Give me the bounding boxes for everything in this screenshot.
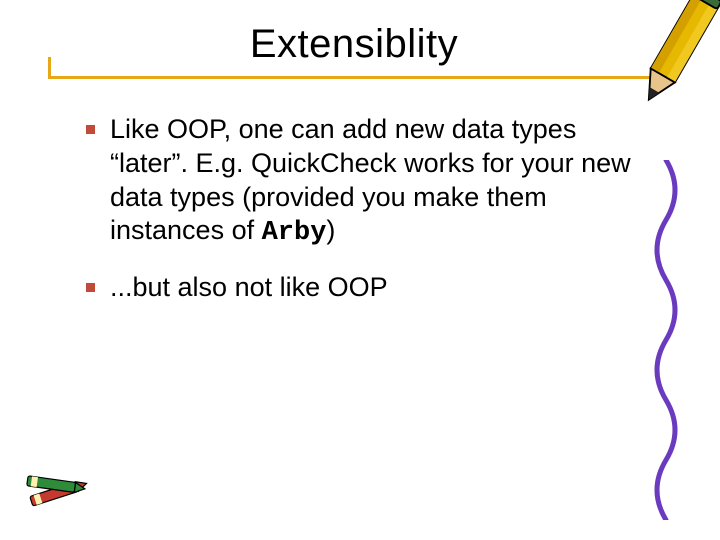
bullet-text: Like OOP, one can add new data types “la… <box>110 114 631 245</box>
list-item: Like OOP, one can add new data types “la… <box>80 113 640 251</box>
bullet-icon <box>86 125 95 134</box>
slide: Extensiblity Like OOP, one can add new d… <box>0 0 720 540</box>
list-item: ...but also not like OOP <box>80 271 640 305</box>
code-text: Arby <box>262 218 327 248</box>
bullet-text: ...but also not like OOP <box>110 272 388 302</box>
crayons-icon <box>22 468 92 518</box>
bullet-text-post: ) <box>326 215 335 245</box>
slide-title: Extensiblity <box>48 22 660 73</box>
title-underline-tick <box>48 57 51 79</box>
bullet-list: Like OOP, one can add new data types “la… <box>80 113 640 305</box>
title-underline <box>48 76 660 79</box>
content-area: Like OOP, one can add new data types “la… <box>0 73 720 305</box>
bullet-icon <box>86 283 95 292</box>
wave-decoration-icon <box>646 160 686 520</box>
